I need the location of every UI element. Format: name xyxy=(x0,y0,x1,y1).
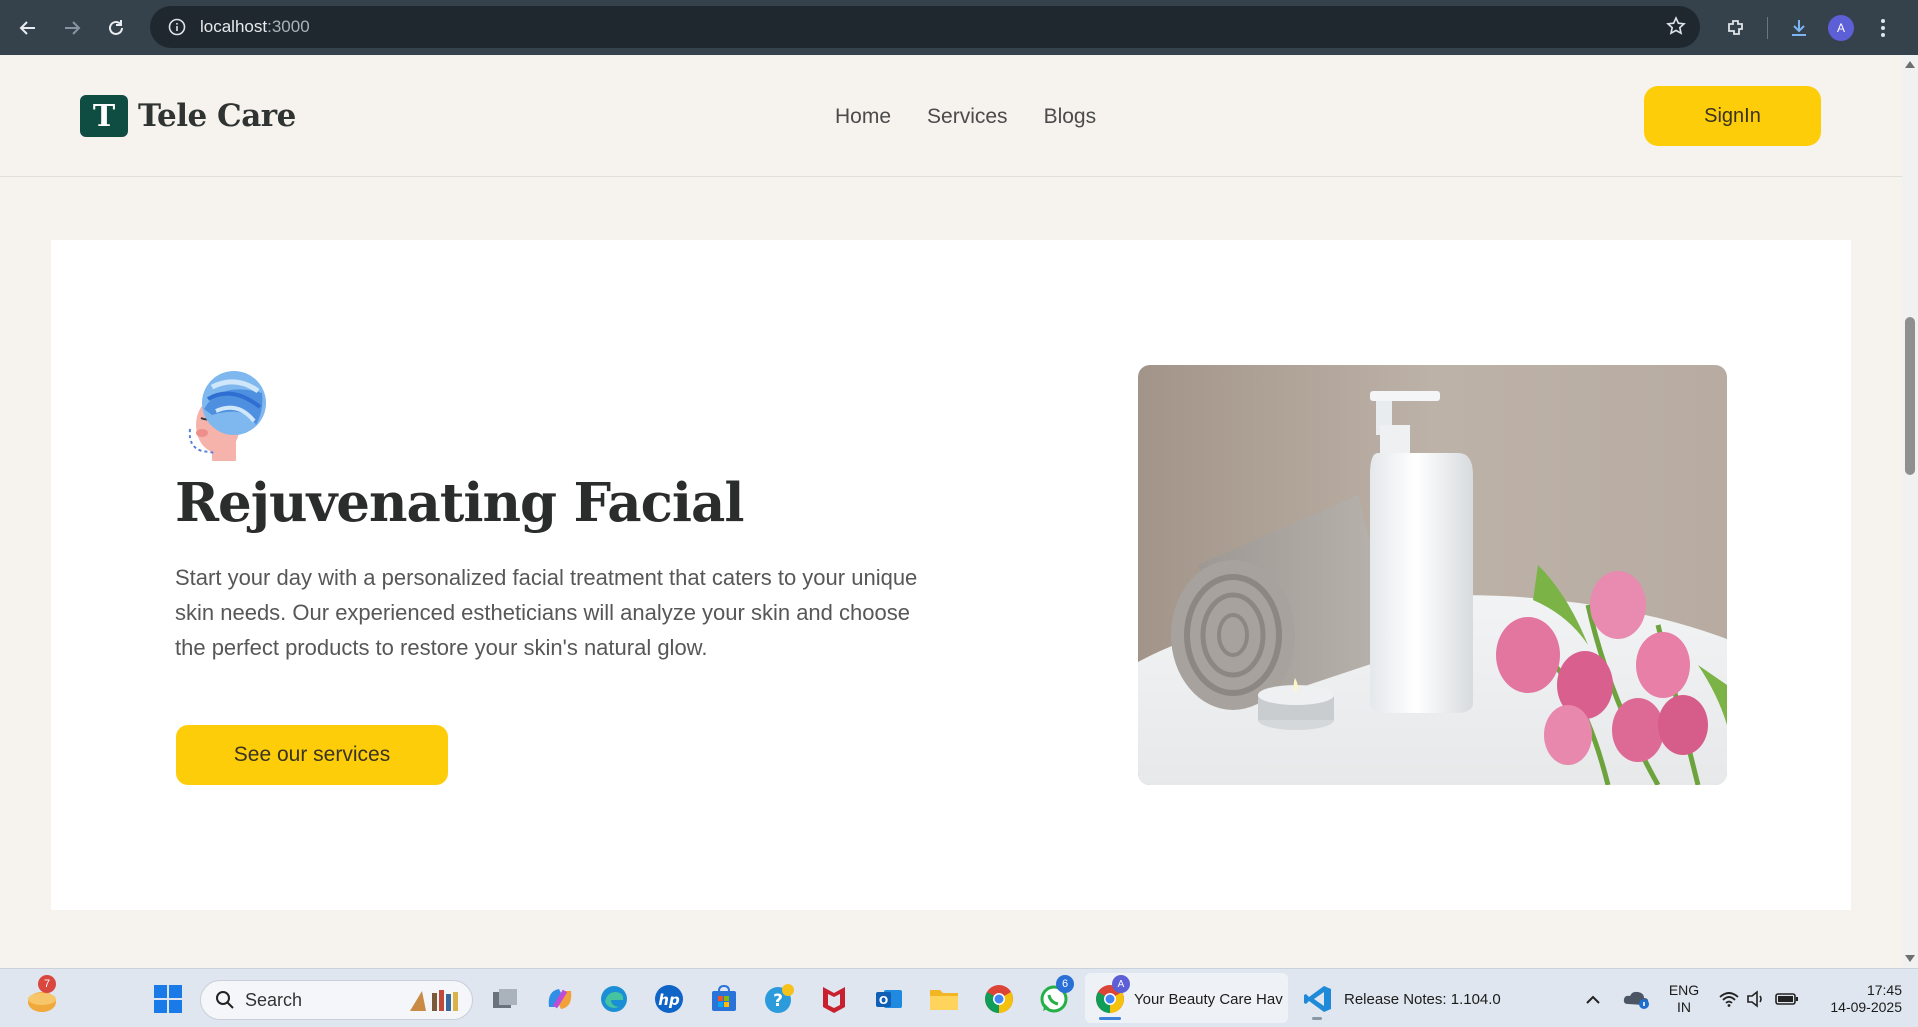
nav-link-blogs[interactable]: Blogs xyxy=(1044,105,1097,129)
battery-icon[interactable] xyxy=(1774,977,1800,1021)
svg-text:?: ? xyxy=(773,991,783,1011)
language-region: IN xyxy=(1677,999,1691,1015)
forward-button[interactable] xyxy=(50,6,94,50)
language-code: ENG xyxy=(1668,982,1700,998)
extensions-icon[interactable] xyxy=(1715,7,1757,49)
chrome-window-label: Your Beauty Care Hav xyxy=(1134,990,1283,1008)
chrome-profile-badge: A xyxy=(1112,975,1130,993)
site-header: T Tele Care Home Services Blogs SignIn xyxy=(0,55,1902,177)
active-window-indicator xyxy=(1099,1017,1121,1020)
whatsapp-icon[interactable]: 6 xyxy=(1034,975,1074,1021)
back-button[interactable] xyxy=(6,6,50,50)
bookmark-star-icon[interactable] xyxy=(1666,16,1686,41)
clock[interactable]: 17:45 14-09-2025 xyxy=(1810,977,1902,1021)
task-view-icon[interactable] xyxy=(485,977,525,1021)
site-info-icon[interactable] xyxy=(156,6,198,48)
chrome-icon[interactable] xyxy=(979,977,1019,1021)
url-host: localhost xyxy=(200,17,268,36)
page-scrollbar[interactable] xyxy=(1902,55,1918,968)
search-placeholder: Search xyxy=(245,989,303,1010)
help-icon[interactable]: ? xyxy=(759,977,799,1021)
outlook-icon[interactable]: O xyxy=(869,977,909,1021)
profile-initial: A xyxy=(1828,14,1854,41)
scroll-thumb[interactable] xyxy=(1905,317,1915,475)
hero-title: Rejuvenating Facial xyxy=(175,472,744,534)
logo-mark: T xyxy=(80,95,128,137)
url-port: :3000 xyxy=(267,17,310,36)
spa-product-photo xyxy=(1138,365,1727,785)
nav-link-home[interactable]: Home xyxy=(835,105,891,129)
arrow-left-icon xyxy=(19,20,35,35)
downloads-icon[interactable] xyxy=(1778,7,1820,49)
wifi-icon[interactable] xyxy=(1718,977,1740,1021)
chrome-window-title: Your Beauty Care Hav xyxy=(1134,977,1283,1021)
whatsapp-badge: 6 xyxy=(1056,975,1074,993)
hero-card: Rejuvenating Facial Start your day with … xyxy=(51,240,1851,910)
edge-icon[interactable] xyxy=(594,977,634,1021)
taskbar-search[interactable]: Search xyxy=(200,980,473,1020)
logo-text: Tele Care xyxy=(138,98,296,134)
start-button[interactable] xyxy=(148,977,188,1021)
windows-taskbar: 7 Search hp ? O 6 A Your Beauty Care Hav… xyxy=(0,968,1918,1027)
menu-kebab-icon[interactable] xyxy=(1862,7,1904,49)
browser-toolbar: localhost:3000 A xyxy=(0,0,1918,55)
search-highlight-icon xyxy=(410,990,458,1011)
onedrive-icon[interactable] xyxy=(1620,977,1652,1021)
vscode-window-icon[interactable] xyxy=(1300,977,1336,1021)
vscode-window-title[interactable]: Release Notes: 1.104.0 xyxy=(1344,977,1501,1021)
toolbar-actions: A xyxy=(1715,0,1904,55)
main-nav: Home Services Blogs xyxy=(835,105,1096,129)
store-icon[interactable] xyxy=(704,977,744,1021)
language-indicator[interactable]: ENG IN xyxy=(1664,977,1704,1021)
hero-description: Start your day with a personalized facia… xyxy=(175,565,918,660)
see-services-button[interactable]: See our services xyxy=(176,725,448,785)
svg-text:hp: hp xyxy=(658,991,680,1009)
clock-date: 14-09-2025 xyxy=(1830,999,1902,1015)
nav-link-services[interactable]: Services xyxy=(927,105,1008,129)
clock-time: 17:45 xyxy=(1866,982,1902,998)
mcafee-icon[interactable] xyxy=(814,977,854,1021)
windows-logo-icon xyxy=(154,985,182,1013)
tray-overflow-chevron-up-icon[interactable] xyxy=(1580,977,1606,1021)
widgets-button[interactable]: 7 xyxy=(20,975,64,1021)
scroll-down-icon[interactable] xyxy=(1905,955,1915,962)
address-bar[interactable]: localhost:3000 xyxy=(150,6,1700,48)
volume-icon[interactable] xyxy=(1745,977,1767,1021)
reload-icon xyxy=(109,19,123,35)
facial-treatment-icon xyxy=(188,371,266,461)
vscode-open-indicator xyxy=(1312,1017,1322,1020)
widgets-badge: 7 xyxy=(38,975,56,993)
file-explorer-icon[interactable] xyxy=(924,977,964,1021)
svg-text:O: O xyxy=(879,994,888,1007)
signin-button[interactable]: SignIn xyxy=(1644,86,1821,146)
vscode-window-label: Release Notes: 1.104.0 xyxy=(1344,990,1501,1008)
profile-avatar[interactable]: A xyxy=(1820,7,1862,49)
search-icon xyxy=(216,991,234,1009)
url-text: localhost:3000 xyxy=(200,17,310,37)
scroll-up-icon[interactable] xyxy=(1905,61,1915,68)
reload-button[interactable] xyxy=(94,6,138,50)
site-logo[interactable]: T Tele Care xyxy=(80,95,296,137)
chrome-window-icon[interactable]: A xyxy=(1092,975,1130,1021)
hp-icon[interactable]: hp xyxy=(649,977,689,1021)
toolbar-divider xyxy=(1767,16,1768,39)
copilot-icon[interactable] xyxy=(540,977,580,1021)
arrow-right-icon xyxy=(65,20,81,35)
